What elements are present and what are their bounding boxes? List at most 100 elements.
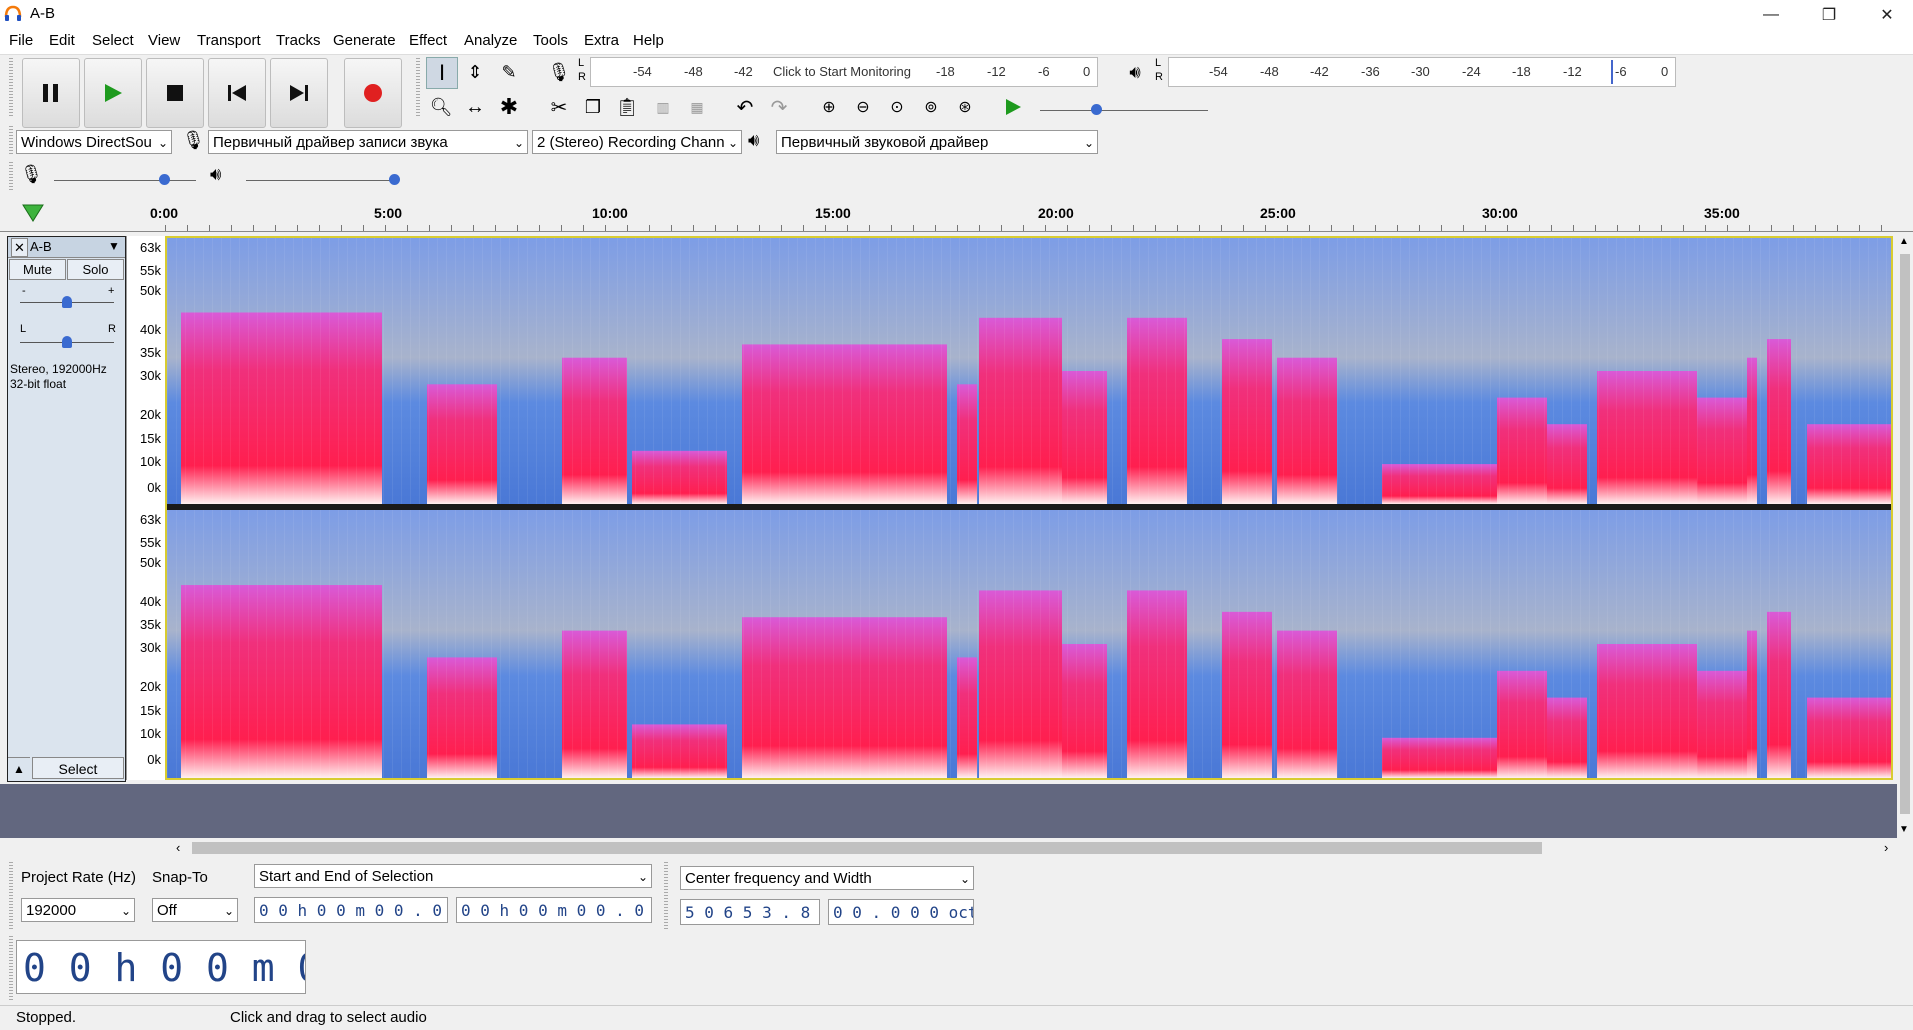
track-name-menu[interactable]: A-B bbox=[30, 239, 52, 254]
vertical-scrollbar[interactable]: ▲ ▼ bbox=[1897, 236, 1913, 838]
frequency-width-field[interactable]: 0 0 . 0 0 0 octaves bbox=[828, 899, 974, 925]
vertical-scroll-thumb[interactable] bbox=[1900, 254, 1910, 814]
menu-select[interactable]: Select bbox=[92, 32, 134, 49]
menu-view[interactable]: View bbox=[148, 32, 180, 49]
click-to-start-monitoring[interactable]: Click to Start Monitoring bbox=[773, 64, 911, 79]
collapse-track-button[interactable]: ▲ bbox=[8, 757, 30, 780]
fit-project-button[interactable]: ⊚ bbox=[916, 92, 946, 122]
project-rate-select[interactable]: 192000 ⌄ bbox=[21, 898, 135, 922]
zoom-tool[interactable]: 🔍︎ bbox=[426, 92, 456, 122]
mixer-grip[interactable] bbox=[9, 162, 13, 192]
time-toolbar-grip[interactable] bbox=[9, 936, 13, 1000]
selection-toolbar-grip[interactable] bbox=[9, 862, 13, 930]
time-display[interactable]: 0 0 h 0 0 m 0 0 s bbox=[16, 940, 306, 994]
stop-button[interactable] bbox=[146, 58, 204, 128]
select-track-button[interactable]: Select bbox=[32, 757, 124, 779]
spectrogram-view[interactable] bbox=[165, 236, 1893, 780]
recording-device-select[interactable]: Первичный драйвер записи звука ⌄ bbox=[208, 130, 528, 154]
pan-slider-thumb[interactable] bbox=[62, 336, 72, 348]
play-at-speed-button[interactable] bbox=[998, 92, 1028, 122]
scroll-left-icon[interactable]: ‹ bbox=[176, 840, 180, 855]
minimize-button[interactable]: — bbox=[1742, 0, 1800, 30]
record-button[interactable] bbox=[344, 58, 402, 128]
recording-volume-slider[interactable] bbox=[54, 180, 196, 181]
close-track-button[interactable]: ✕ bbox=[11, 238, 28, 257]
menu-analyze[interactable]: Analyze bbox=[464, 32, 517, 49]
menu-edit[interactable]: Edit bbox=[49, 32, 75, 49]
copy-button[interactable]: ❐ bbox=[578, 92, 608, 122]
spectral-mode-select[interactable]: Center frequency and Width ⌄ bbox=[680, 866, 974, 890]
empty-track-area[interactable] bbox=[0, 784, 1897, 838]
pause-button[interactable] bbox=[22, 58, 80, 128]
menu-help[interactable]: Help bbox=[633, 32, 664, 49]
recording-volume-thumb[interactable] bbox=[159, 174, 170, 185]
center-frequency-field[interactable]: 5 0 6 5 3 . 8 6 Hz bbox=[680, 899, 820, 925]
playback-device-select[interactable]: Первичный звуковой драйвер ⌄ bbox=[776, 130, 1098, 154]
undo-button[interactable]: ↶ bbox=[730, 92, 760, 122]
selection-tool[interactable]: I bbox=[426, 57, 458, 89]
menu-tracks[interactable]: Tracks bbox=[276, 32, 320, 49]
play-speed-thumb[interactable] bbox=[1091, 104, 1102, 115]
paste-button[interactable]: 📋︎ bbox=[612, 92, 642, 122]
play-speed-slider[interactable] bbox=[1040, 110, 1208, 111]
scroll-right-icon[interactable]: › bbox=[1884, 840, 1888, 855]
toolbar-grip[interactable] bbox=[9, 58, 13, 116]
menu-transport[interactable]: Transport bbox=[197, 32, 261, 49]
skip-to-start-button[interactable] bbox=[208, 58, 266, 128]
time-shift-tool[interactable]: ↔ bbox=[460, 92, 490, 122]
spectral-texture-line bbox=[1364, 510, 1365, 778]
trim-button[interactable]: ▥ bbox=[648, 92, 678, 122]
audio-host-select[interactable]: Windows DirectSou ⌄ bbox=[16, 130, 172, 154]
playback-volume-slider[interactable] bbox=[246, 180, 396, 181]
skip-to-end-button[interactable] bbox=[270, 58, 328, 128]
menu-extra[interactable]: Extra bbox=[584, 32, 619, 49]
spectral-texture-line bbox=[842, 510, 843, 778]
selection-end-time[interactable]: 0 0 h 0 0 m 0 0 . 0 0 0 s bbox=[456, 897, 652, 923]
fit-selection-button[interactable]: ⊙ bbox=[882, 92, 912, 122]
spectral-toolbar-grip[interactable] bbox=[664, 862, 668, 930]
snap-to-select[interactable]: Off ⌄ bbox=[152, 898, 238, 922]
recording-meter[interactable]: -54 -48 -42 Click to Start Monitoring -1… bbox=[590, 57, 1098, 87]
menu-generate[interactable]: Generate bbox=[333, 32, 396, 49]
spectral-texture-line bbox=[1499, 238, 1500, 504]
spectral-texture-line bbox=[869, 238, 870, 504]
multi-tool[interactable]: ✱ bbox=[494, 92, 524, 122]
track-control-panel[interactable]: ✕ A-B ▼ Mute Solo - + L R Stereo, 192000… bbox=[7, 236, 126, 782]
silence-button[interactable]: ▦ bbox=[682, 92, 712, 122]
playback-meter-button[interactable]: 🔊︎ bbox=[1120, 57, 1150, 87]
zoom-out-button[interactable]: ⊖ bbox=[848, 92, 878, 122]
pin-playhead-icon[interactable] bbox=[20, 203, 46, 223]
gain-slider-thumb[interactable] bbox=[62, 296, 72, 308]
spectral-texture-line bbox=[1823, 510, 1824, 778]
playback-meter[interactable]: -54 -48 -42 -36 -30 -24 -18 -12 -6 0 bbox=[1168, 57, 1676, 87]
selection-mode-select[interactable]: Start and End of Selection ⌄ bbox=[254, 864, 652, 888]
recording-channels-select[interactable]: 2 (Stereo) Recording Chann ⌄ bbox=[532, 130, 742, 154]
horizontal-scroll-thumb[interactable] bbox=[192, 842, 1542, 854]
record-meter-button[interactable]: 🎙︎ bbox=[544, 57, 574, 87]
play-button[interactable] bbox=[84, 58, 142, 128]
frequency-scale[interactable]: 63k 55k 50k 40k 35k 30k 20k 15k 10k 0k 63k 55k 50k 4… bbox=[126, 236, 165, 780]
close-window-button[interactable]: ✕ bbox=[1858, 0, 1913, 30]
tools-grip[interactable] bbox=[416, 58, 420, 118]
scroll-up-icon[interactable]: ▲ bbox=[1899, 236, 1909, 247]
zoom-toggle-button[interactable]: ⊛ bbox=[950, 92, 980, 122]
playback-volume-thumb[interactable] bbox=[389, 174, 400, 185]
solo-button[interactable]: Solo bbox=[67, 259, 124, 280]
cut-button[interactable]: ✂ bbox=[544, 92, 574, 122]
device-grip[interactable] bbox=[9, 126, 13, 156]
menu-effect[interactable]: Effect bbox=[409, 32, 447, 49]
redo-button[interactable]: ↷ bbox=[764, 92, 794, 122]
spectral-texture-line bbox=[860, 238, 861, 504]
chevron-down-icon: ⌄ bbox=[223, 904, 234, 918]
track-menu-arrow-icon[interactable]: ▼ bbox=[108, 239, 120, 253]
selection-start-time[interactable]: 0 0 h 0 0 m 0 0 . 0 0 0 s bbox=[254, 897, 448, 923]
menu-tools[interactable]: Tools bbox=[533, 32, 568, 49]
maximize-button[interactable]: ❐ bbox=[1800, 0, 1858, 30]
horizontal-scrollbar[interactable]: ‹ › bbox=[0, 838, 1913, 858]
envelope-tool[interactable]: ⇕ bbox=[460, 57, 490, 87]
scroll-down-icon[interactable]: ▼ bbox=[1899, 824, 1909, 835]
mute-button[interactable]: Mute bbox=[9, 259, 66, 280]
menu-file[interactable]: File bbox=[9, 32, 33, 49]
zoom-in-button[interactable]: ⊕ bbox=[814, 92, 844, 122]
draw-tool[interactable]: ✎ bbox=[494, 57, 524, 87]
